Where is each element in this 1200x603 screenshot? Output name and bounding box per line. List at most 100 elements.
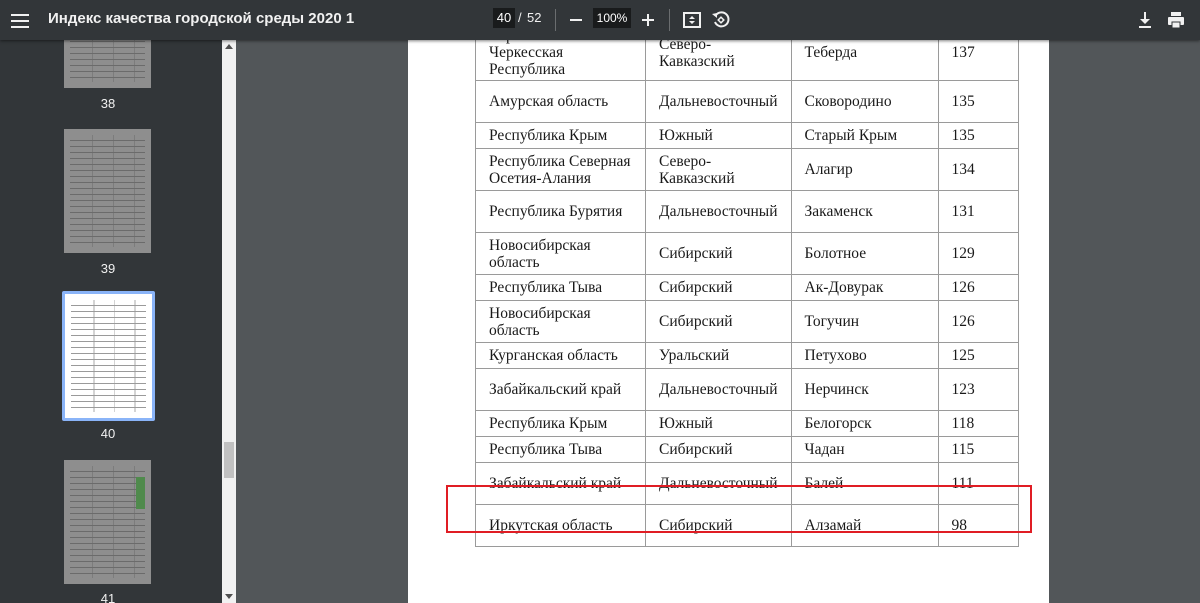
city-cell: Тогучин	[790, 300, 939, 343]
district-cell: Южный	[645, 122, 792, 149]
city-cell: Теберда	[790, 40, 939, 81]
sidebar-scrollbar[interactable]	[222, 40, 236, 603]
table-row: Карачаево-Черкесская РеспубликаСеверо-Ка…	[475, 40, 1019, 81]
city-cell: Петухово	[790, 342, 939, 369]
table-row: Республика Тыва Сибирский Чадан 115	[475, 436, 1019, 463]
menu-icon[interactable]	[11, 10, 29, 30]
toolbar-divider	[555, 9, 556, 31]
rotate-icon	[712, 11, 730, 28]
district-cell: Уральский	[645, 342, 792, 369]
plus-icon	[642, 14, 654, 26]
pdf-toolbar: Индекс качества городской среды 2020 1 /…	[0, 0, 1200, 40]
page-total: 52	[527, 10, 542, 25]
data-table: Карачаево-Черкесская РеспубликаСеверо-Ка…	[475, 40, 1019, 547]
download-icon	[1139, 12, 1151, 28]
score-cell: 126	[937, 300, 1019, 343]
district-cell: Северо-Кавказский	[645, 148, 792, 191]
city-cell: Старый Крым	[790, 122, 939, 149]
scrollbar-thumb[interactable]	[224, 442, 234, 478]
city-cell: Нерчинск	[790, 368, 939, 411]
page-thumbnail-39[interactable]	[64, 129, 151, 253]
page-thumbnail-41[interactable]	[64, 460, 151, 584]
table-row: Иркутская область Сибирский Алзамай 98	[475, 504, 1019, 547]
pdf-page: Карачаево-Черкесская РеспубликаСеверо-Ка…	[408, 40, 1049, 603]
thumbnail-preview	[70, 135, 145, 247]
fit-page-icon	[683, 12, 701, 28]
city-cell: Балей	[790, 462, 939, 505]
table-row: Забайкальский край Дальневосточный Нерчинс…	[475, 368, 1019, 411]
table-row: Республика Тыва Сибирский Ак-Довурак 126	[475, 274, 1019, 301]
region-cell: Республика Крым	[475, 122, 646, 149]
thumbnail-label: 39	[100, 261, 116, 276]
region-cell: Карачаево-Черкесская Республика	[475, 40, 646, 81]
city-cell: Чадан	[790, 436, 939, 463]
zoom-input[interactable]	[593, 8, 631, 28]
score-cell: 135	[937, 80, 1019, 123]
district-cell: Сибирский	[645, 232, 792, 275]
region-cell: Курганская область	[475, 342, 646, 369]
table-row: Курганская область Уральский Петухово 125	[475, 342, 1019, 369]
score-cell: 118	[937, 410, 1019, 437]
city-cell: Болотное	[790, 232, 939, 275]
score-cell: 129	[937, 232, 1019, 275]
score-cell: 126	[937, 274, 1019, 301]
zoom-out-button[interactable]	[564, 8, 588, 32]
district-cell: Дальневосточный	[645, 368, 792, 411]
score-cell: 135	[937, 122, 1019, 149]
region-cell: Республика Тыва	[475, 436, 646, 463]
thumbnail-label: 40	[100, 426, 116, 441]
region-cell: Республика Бурятия	[475, 190, 646, 233]
page-separator: /	[518, 10, 522, 25]
thumbnail-preview	[71, 300, 146, 412]
district-cell: Дальневосточный	[645, 462, 792, 505]
print-button[interactable]	[1164, 8, 1188, 32]
region-cell: Иркутская область	[475, 504, 646, 547]
region-cell: Амурская область	[475, 80, 646, 123]
zoom-in-button[interactable]	[636, 8, 660, 32]
district-cell: Сибирский	[645, 274, 792, 301]
scroll-up-arrow[interactable]	[225, 44, 233, 49]
city-cell: Алагир	[790, 148, 939, 191]
district-cell: Южный	[645, 410, 792, 437]
city-cell: Белогорск	[790, 410, 939, 437]
page-thumbnail-38[interactable]	[64, 40, 151, 88]
thumbnail-sidebar: 38 39 40 41	[0, 40, 222, 603]
city-cell: Ак-Довурак	[790, 274, 939, 301]
minus-icon	[570, 19, 582, 21]
download-button[interactable]	[1133, 8, 1157, 32]
score-cell: 115	[937, 436, 1019, 463]
table-row: Забайкальский край Дальневосточный Балей 11…	[475, 462, 1019, 505]
region-cell: Республика Крым	[475, 410, 646, 437]
region-cell: Новосибирская область	[475, 300, 646, 343]
score-cell: 137	[937, 40, 1019, 81]
page-thumbnail-40[interactable]	[62, 291, 155, 421]
table-row: Республика Крым Южный Белогорск 118	[475, 410, 1019, 437]
thumbnail-preview	[70, 466, 145, 578]
page-number-input[interactable]	[493, 8, 515, 28]
table-row: Республика Северная Осетия-Алания Северо-…	[475, 148, 1019, 191]
district-cell: Сибирский	[645, 300, 792, 343]
thumbnail-label: 41	[100, 591, 116, 603]
city-cell: Сковородино	[790, 80, 939, 123]
table-row: Новосибирская область Сибирский Тогучин 126	[475, 300, 1019, 343]
document-title: Индекс качества городской среды 2020 1	[48, 10, 355, 27]
district-cell: Северо-Кавказский	[645, 40, 792, 81]
region-cell: Забайкальский край	[475, 368, 646, 411]
district-cell: Сибирский	[645, 504, 792, 547]
score-cell: 131	[937, 190, 1019, 233]
table-row: Амурская область Дальневосточный Сковороди…	[475, 80, 1019, 123]
score-cell: 134	[937, 148, 1019, 191]
score-cell: 98	[937, 504, 1019, 547]
district-cell: Дальневосточный	[645, 80, 792, 123]
rotate-button[interactable]	[709, 8, 733, 32]
table-row: Республика Бурятия Дальневосточный Закамен…	[475, 190, 1019, 233]
district-cell: Дальневосточный	[645, 190, 792, 233]
thumbnail-preview	[70, 40, 145, 82]
scroll-down-arrow[interactable]	[225, 594, 233, 599]
fit-page-button[interactable]	[680, 8, 704, 32]
region-cell: Забайкальский край	[475, 462, 646, 505]
table-row: Республика Крым Южный Старый Крым 135	[475, 122, 1019, 149]
district-cell: Сибирский	[645, 436, 792, 463]
city-cell: Закаменск	[790, 190, 939, 233]
city-cell: Алзамай	[790, 504, 939, 547]
